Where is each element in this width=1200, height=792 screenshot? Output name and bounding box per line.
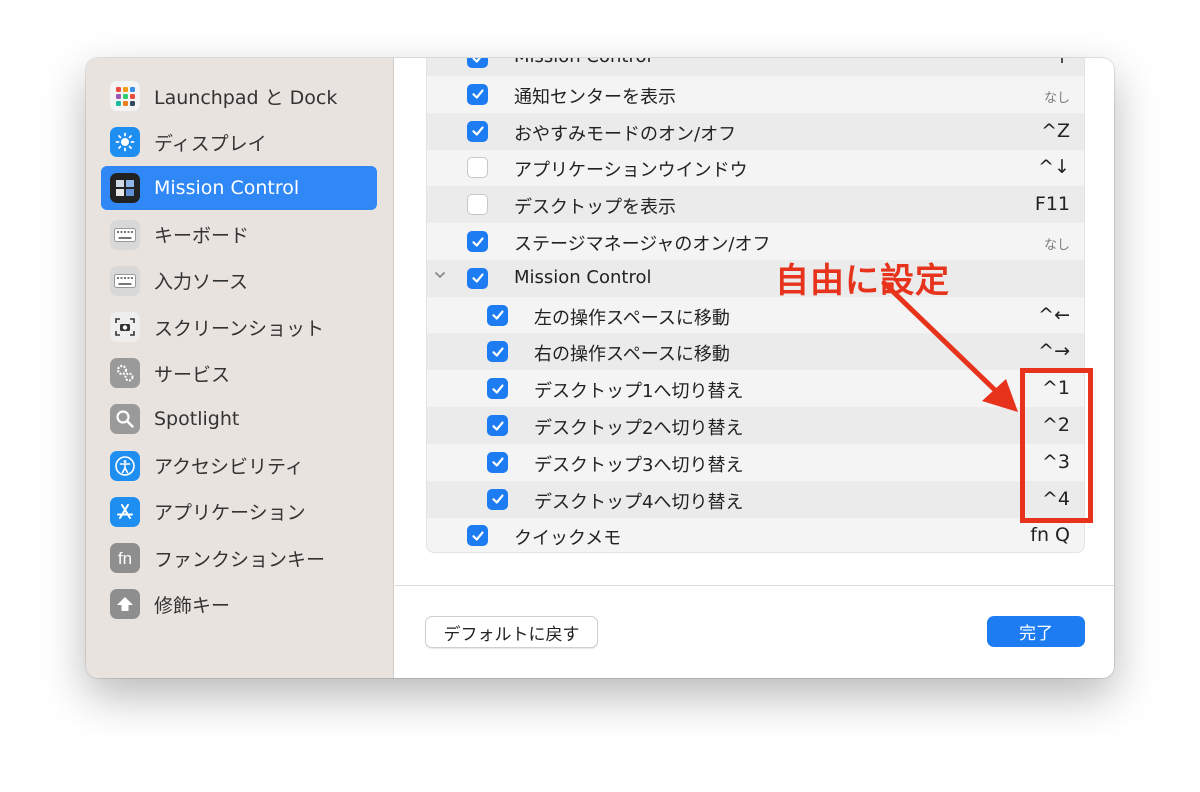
shortcut-label: ステージマネージャのオン/オフ [514, 234, 771, 255]
input-sources-icon [110, 265, 140, 296]
shortcut-checkbox[interactable] [487, 304, 508, 326]
sidebar-item-label: Mission Control [154, 177, 300, 200]
sidebar-item-input-sources[interactable]: 入力ソース [101, 259, 377, 303]
sidebar-item-mission-control[interactable]: Mission Control [101, 166, 377, 211]
sidebar-item-accessibility[interactable]: アクセシビリティ [101, 444, 377, 488]
shortcut-key[interactable]: なし [1044, 234, 1070, 253]
shortcut-row[interactable]: クイックメモ fn Q [427, 517, 1084, 552]
shortcut-checkbox[interactable] [487, 451, 508, 473]
shortcut-label: アプリケーションウインドウ [514, 160, 748, 182]
sidebar-item-label: サービス [154, 363, 231, 386]
sidebar: Launchpad と Dock ディスプレイ Mission Control キーボ… [86, 58, 394, 678]
shortcut-label: 右の操作スペースに移動 [534, 344, 730, 366]
shortcut-label: おやすみモードのオン/オフ [514, 123, 737, 145]
shortcut-label: Mission Control [514, 58, 652, 67]
keyboard-icon [110, 219, 140, 250]
sidebar-item-screenshot[interactable]: スクリーンショット [101, 305, 377, 349]
shortcut-key[interactable]: F11 [1035, 193, 1070, 215]
shortcut-key[interactable]: fn Q [1030, 524, 1070, 546]
services-icon [110, 358, 140, 389]
shortcut-row[interactable]: デスクトップ4へ切り替え ^4 [427, 480, 1084, 518]
shortcut-checkbox[interactable] [467, 194, 488, 216]
sidebar-item-label: キーボード [154, 225, 250, 248]
shortcut-label: デスクトップ2へ切り替え [534, 418, 744, 439]
sidebar-item-label: ファンクションキー [154, 548, 326, 571]
shortcut-row[interactable]: デスクトップ3へ切り替え ^3 [427, 444, 1084, 481]
shortcut-key[interactable]: ^↓ [1038, 156, 1070, 178]
shortcut-row[interactable]: デスクトップを表示 F11 [427, 186, 1084, 224]
shortcut-checkbox[interactable] [467, 267, 488, 289]
screenshot-icon [110, 312, 140, 342]
spotlight-icon [110, 404, 140, 435]
shortcut-row[interactable]: アプリケーションウインドウ ^↓ [427, 149, 1084, 186]
shortcut-key[interactable]: ^Z [1041, 120, 1070, 142]
shortcut-checkbox[interactable] [467, 120, 488, 142]
shortcut-checkbox[interactable] [467, 231, 488, 252]
accessibility-icon [110, 450, 140, 481]
shortcut-checkbox[interactable] [487, 415, 508, 436]
shortcut-label: デスクトップ1へ切り替え [534, 381, 744, 403]
sidebar-item-label: アクセシビリティ [154, 456, 304, 479]
shortcut-label: 左の操作スペースに移動 [534, 307, 730, 329]
shortcut-label: デスクトップ4へ切り替え [534, 491, 744, 513]
done-button[interactable]: 完了 [987, 616, 1085, 647]
shortcut-row[interactable]: おやすみモードのオン/オフ ^Z [427, 112, 1084, 150]
shortcut-row[interactable]: 通知センターを表示 なし [427, 76, 1084, 113]
sidebar-item-display[interactable]: ディスプレイ [101, 120, 377, 164]
display-icon [110, 127, 140, 158]
shortcut-label: クイックメモ [514, 528, 622, 550]
restore-defaults-button[interactable]: デフォルトに戻す [425, 616, 598, 648]
shortcut-checkbox[interactable] [487, 378, 508, 400]
annotation-highlight-box [1020, 368, 1093, 523]
sidebar-item-label: Spotlight [154, 408, 240, 431]
shortcut-label: デスクトップ3へ切り替え [534, 454, 744, 476]
modifier-keys-icon [110, 589, 140, 620]
annotation-arrow-icon [881, 280, 1018, 412]
shortcut-label: 通知センターを表示 [514, 86, 676, 108]
shortcut-checkbox[interactable] [467, 58, 488, 68]
shortcut-key[interactable]: なし [1044, 87, 1070, 106]
sidebar-item-modifier-keys[interactable]: 修飾キー [101, 582, 377, 626]
shortcut-row[interactable]: ステージマネージャのオン/オフ なし [427, 223, 1084, 260]
sidebar-item-app-store[interactable]: アプリケーション [101, 490, 377, 534]
shortcut-label: デスクトップを表示 [514, 197, 676, 219]
sidebar-item-spotlight[interactable]: Spotlight [101, 397, 377, 441]
shortcut-key[interactable]: ^→ [1038, 340, 1070, 362]
sidebar-item-keyboard[interactable]: キーボード [101, 213, 377, 257]
sidebar-item-label: スクリーンショット [154, 317, 325, 340]
chevron-down-icon[interactable] [433, 268, 447, 282]
shortcut-checkbox[interactable] [467, 525, 488, 547]
sidebar-item-launchpad[interactable]: Launchpad と Dock [101, 74, 377, 118]
shortcut-checkbox[interactable] [487, 488, 508, 510]
shortcut-row[interactable]: Mission Control ↑ [427, 58, 1084, 76]
shortcut-label: Mission Control [514, 266, 652, 288]
launchpad-icon [110, 81, 140, 111]
mission-control-icon [110, 173, 140, 204]
sidebar-item-label: ディスプレイ [154, 132, 267, 155]
sidebar-item-services[interactable]: サービス [101, 351, 377, 395]
shortcut-key[interactable]: ^← [1038, 304, 1070, 326]
sidebar-item-label: Launchpad と Dock [154, 86, 338, 109]
footer-divider [395, 585, 1114, 586]
shortcut-checkbox[interactable] [467, 157, 488, 179]
shortcut-checkbox[interactable] [487, 341, 508, 363]
app-store-icon [110, 496, 140, 527]
fn-key-icon: fn [110, 543, 140, 573]
sidebar-item-label: アプリケーション [154, 502, 306, 525]
sidebar-item-label: 修飾キー [154, 594, 231, 617]
shortcut-checkbox[interactable] [467, 83, 488, 105]
shortcut-key[interactable]: ↑ [1054, 58, 1070, 68]
sidebar-item-label: 入力ソース [154, 271, 249, 294]
sidebar-item-fn-key[interactable]: fn ファンクションキー [101, 536, 377, 580]
